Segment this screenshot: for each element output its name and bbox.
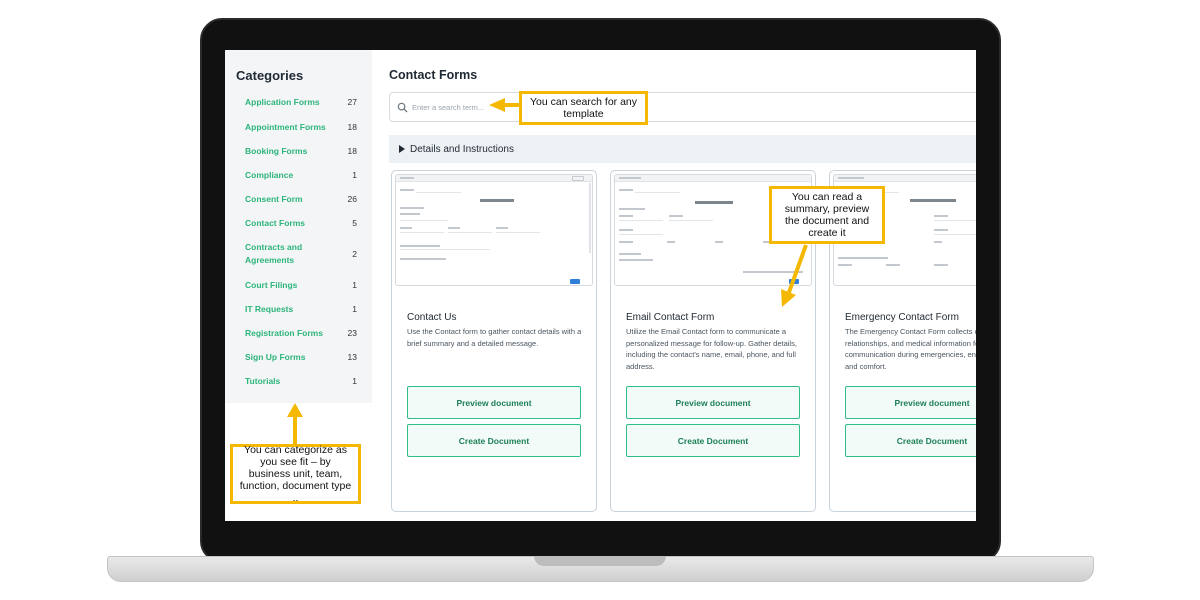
card-title: Contact Us [407, 312, 457, 323]
category-consent-form[interactable]: Consent Form 26 [245, 193, 357, 213]
category-sign-up-forms[interactable]: Sign Up Forms 13 [245, 351, 357, 371]
category-registration-forms[interactable]: Registration Forms 23 [245, 327, 357, 347]
category-application-forms[interactable]: Application Forms 27 [245, 96, 357, 116]
category-label: Contact Forms [245, 218, 305, 228]
category-count: 1 [352, 280, 357, 290]
category-count: 18 [347, 146, 357, 156]
card-description: Utilize the Email Contact form to commun… [626, 327, 797, 371]
search-icon [397, 102, 408, 113]
category-appointment-forms[interactable]: Appointment Forms 18 [245, 121, 357, 141]
category-compliance[interactable]: Compliance 1 [245, 169, 357, 189]
categories-sidebar: Categories Application Forms 27 Appointm… [225, 50, 372, 403]
create-document-button[interactable]: Create Document [626, 424, 800, 457]
category-it-requests[interactable]: IT Requests 1 [245, 303, 357, 323]
arrow-up-icon [287, 403, 303, 447]
category-count: 18 [347, 122, 357, 132]
category-label: Sign Up Forms [245, 352, 306, 362]
details-label: Details and Instructions [410, 144, 514, 155]
card-title: Emergency Contact Form [845, 312, 959, 323]
category-count: 2 [352, 249, 357, 259]
category-count: 1 [352, 376, 357, 386]
category-label: IT Requests [245, 304, 294, 314]
preview-document-button[interactable]: Preview document [845, 386, 976, 419]
page-title: Contact Forms [389, 68, 478, 82]
preview-document-button[interactable]: Preview document [626, 386, 800, 419]
category-count: 5 [352, 218, 357, 228]
category-label: Compliance [245, 170, 294, 180]
category-tutorials[interactable]: Tutorials 1 [245, 375, 357, 395]
category-label: Appointment Forms [245, 122, 326, 132]
details-toggle[interactable]: Details and Instructions [389, 135, 976, 163]
category-court-filings[interactable]: Court Filings 1 [245, 279, 357, 299]
card-description: The Emergency Contact Form collects cont… [845, 327, 976, 371]
document-thumbnail [395, 174, 593, 286]
triangle-right-icon [399, 145, 405, 153]
template-card-contact-us: Contact Us Use the Contact form to gathe… [391, 170, 597, 512]
create-document-button[interactable]: Create Document [845, 424, 976, 457]
category-label: Application Forms [245, 97, 320, 107]
category-contact-forms[interactable]: Contact Forms 5 [245, 217, 357, 237]
card-callout: You can read a summary, preview the docu… [769, 186, 885, 244]
card-description: Use the Contact form to gather contact d… [407, 327, 582, 348]
category-label: Court Filings [245, 280, 298, 290]
category-count: 1 [352, 170, 357, 180]
category-count: 1 [352, 304, 357, 314]
preview-document-button[interactable]: Preview document [407, 386, 581, 419]
category-label: Booking Forms [245, 146, 308, 156]
category-count: 26 [347, 194, 357, 204]
category-contracts-and-agreements[interactable]: Contracts and Agreements 2 [245, 241, 357, 271]
arrow-left-icon [489, 98, 505, 112]
arrow-down-left-icon [781, 244, 808, 307]
stage: Categories Application Forms 27 Appointm… [0, 0, 1200, 600]
category-count: 27 [347, 97, 357, 107]
category-label: Contracts and Agreements [245, 242, 303, 265]
card-title: Email Contact Form [626, 312, 715, 323]
category-count: 13 [347, 352, 357, 362]
sidebar-title: Categories [236, 68, 304, 83]
category-label: Consent Form [245, 194, 303, 204]
category-count: 23 [347, 328, 357, 338]
laptop-notch [534, 556, 666, 566]
category-booking-forms[interactable]: Booking Forms 18 [245, 145, 357, 165]
create-document-button[interactable]: Create Document [407, 424, 581, 457]
category-label: Tutorials [245, 376, 281, 386]
category-label: Registration Forms [245, 328, 323, 338]
search-callout: You can search for any template [519, 91, 648, 125]
search-box[interactable] [389, 92, 976, 122]
categories-callout: You can categorize as you see fit – by b… [230, 444, 361, 504]
